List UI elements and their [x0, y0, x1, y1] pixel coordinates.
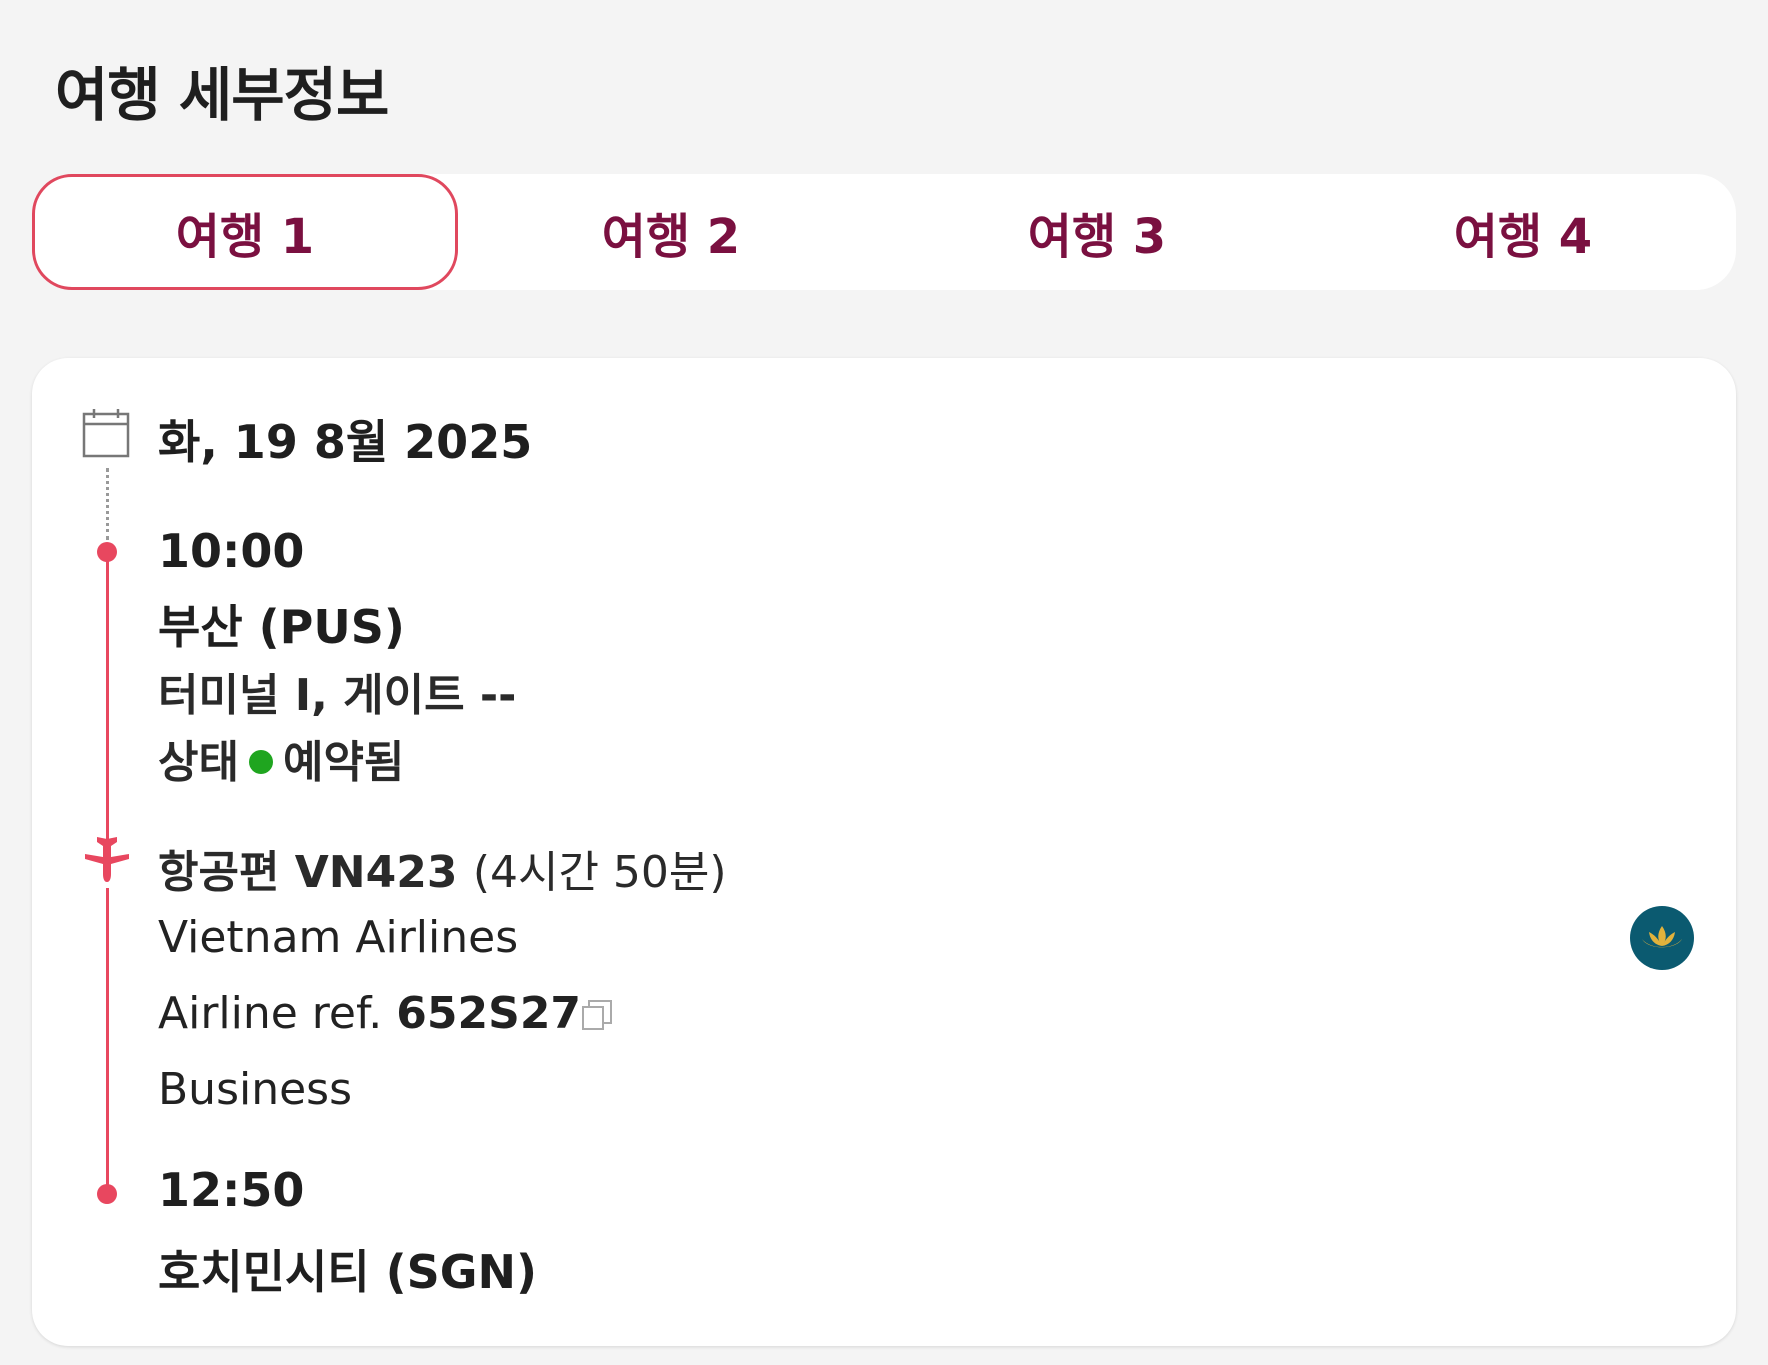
departure-terminal-gate: 터미널 I, 게이트 -- — [158, 670, 517, 721]
airline-ref: Airline ref. 652S27 — [158, 988, 581, 1039]
tab-trip-3[interactable]: 여행 3 — [884, 174, 1310, 290]
cabin-class: Business — [158, 1064, 353, 1115]
page-title: 여행 세부정보 — [55, 61, 389, 129]
arrival-airport: 호치민시티 (SGN) — [158, 1245, 538, 1299]
trip-date: 화, 19 8월 2025 — [158, 415, 533, 469]
flight-number: 항공편 VN423 (4시간 50분) — [158, 836, 727, 900]
airline-name: Vietnam Airlines — [158, 912, 519, 963]
arrival-time: 12:50 — [158, 1163, 305, 1217]
departure-dot — [97, 542, 117, 562]
departure-status: 상태 예약됨 — [158, 726, 404, 790]
arrival-dot — [97, 1184, 117, 1204]
timeline-line-bottom — [106, 888, 109, 1194]
tab-trip-1[interactable]: 여행 1 — [32, 174, 458, 290]
tab-trip-4[interactable]: 여행 4 — [1310, 174, 1736, 290]
status-indicator-dot — [248, 750, 273, 774]
airline-ref-label: Airline ref. — [158, 988, 383, 1039]
status-value: 예약됨 — [282, 737, 405, 788]
airline-logo — [1630, 906, 1694, 970]
trip-tabs: 여행 1 여행 2 여행 3 여행 4 — [32, 174, 1736, 290]
trip-card: 화, 19 8월 2025 10:00 부산 (PUS) 터미널 I, 게이트 … — [32, 358, 1736, 1346]
departure-airport: 부산 (PUS) — [158, 600, 405, 654]
flight-number-label: 항공편 VN423 — [158, 847, 458, 898]
timeline-line-top — [106, 552, 109, 840]
tab-trip-2[interactable]: 여행 2 — [458, 174, 884, 290]
calendar-icon — [82, 409, 130, 458]
flight-duration: (4시간 50분) — [472, 847, 727, 898]
plane-icon — [85, 837, 129, 882]
departure-time: 10:00 — [158, 524, 305, 578]
timeline-dotted-line — [106, 468, 109, 540]
airline-ref-value: 652S27 — [396, 988, 582, 1039]
copy-icon[interactable] — [580, 998, 614, 1032]
status-label: 상태 — [158, 737, 239, 788]
